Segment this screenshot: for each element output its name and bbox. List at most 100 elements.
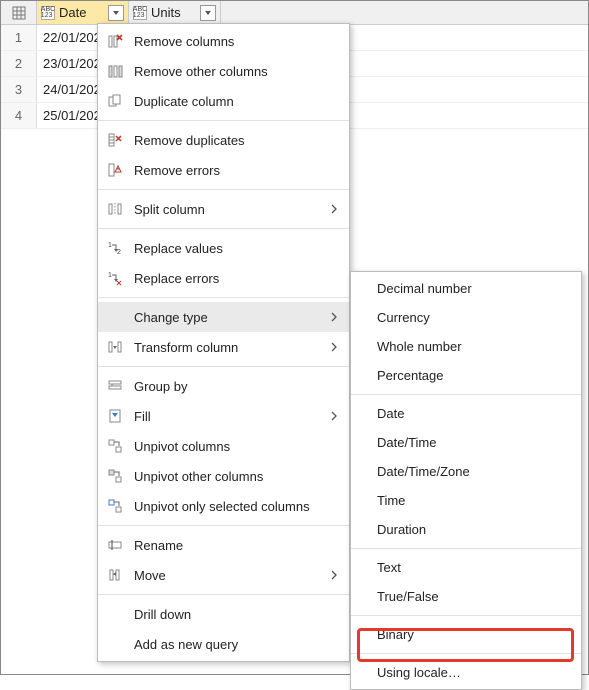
unpivot-other-icon: [106, 467, 124, 485]
submenu-binary[interactable]: Binary: [351, 620, 581, 649]
menu-remove-errors[interactable]: Remove errors: [98, 155, 349, 185]
menu-rename[interactable]: Rename: [98, 530, 349, 560]
column-header-units[interactable]: ABC123 Units: [129, 1, 221, 24]
menu-separator: [351, 548, 581, 549]
submenu-time[interactable]: Time: [351, 486, 581, 515]
remove-columns-icon: [106, 32, 124, 50]
menu-label: Replace errors: [134, 271, 339, 286]
column-context-menu: Remove columns Remove other columns Dupl…: [97, 23, 350, 662]
menu-label: Move: [134, 568, 319, 583]
transform-column-icon: [106, 338, 124, 356]
menu-label: Remove columns: [134, 34, 339, 49]
menu-label: Unpivot columns: [134, 439, 339, 454]
menu-unpivot-only-selected[interactable]: Unpivot only selected columns: [98, 491, 349, 521]
remove-duplicates-icon: [106, 131, 124, 149]
menu-label: Unpivot other columns: [134, 469, 339, 484]
column-filter-button[interactable]: [108, 5, 124, 21]
menu-move[interactable]: Move: [98, 560, 349, 590]
chevron-right-icon: [329, 570, 339, 580]
menu-remove-columns[interactable]: Remove columns: [98, 26, 349, 56]
svg-text:1: 1: [108, 242, 112, 249]
menu-label: Rename: [134, 538, 339, 553]
chevron-right-icon: [329, 312, 339, 322]
menu-remove-duplicates[interactable]: Remove duplicates: [98, 125, 349, 155]
chevron-right-icon: [329, 342, 339, 352]
submenu-label: Date/Time/Zone: [377, 464, 470, 479]
column-header-label: Date: [59, 5, 86, 20]
menu-label: Add as new query: [134, 637, 339, 652]
row-number[interactable]: 3: [1, 77, 37, 102]
submenu-label: Binary: [377, 627, 414, 642]
menu-transform-column[interactable]: Transform column: [98, 332, 349, 362]
submenu-true-false[interactable]: True/False: [351, 582, 581, 611]
menu-replace-values[interactable]: 12 Replace values: [98, 233, 349, 263]
rename-icon: [106, 536, 124, 554]
submenu-label: Duration: [377, 522, 426, 537]
submenu-label: Date/Time: [377, 435, 436, 450]
menu-split-column[interactable]: Split column: [98, 194, 349, 224]
submenu-label: Text: [377, 560, 401, 575]
menu-separator: [98, 297, 349, 298]
menu-group-by[interactable]: Group by: [98, 371, 349, 401]
row-number[interactable]: 1: [1, 25, 37, 50]
menu-duplicate-column[interactable]: Duplicate column: [98, 86, 349, 116]
svg-text:1: 1: [108, 272, 112, 279]
submenu-label: Decimal number: [377, 281, 472, 296]
remove-other-columns-icon: [106, 62, 124, 80]
group-by-icon: [106, 377, 124, 395]
chevron-right-icon: [329, 204, 339, 214]
menu-separator: [98, 525, 349, 526]
submenu-label: Using locale…: [377, 665, 461, 680]
submenu-label: Percentage: [377, 368, 444, 383]
duplicate-column-icon: [106, 92, 124, 110]
unpivot-icon: [106, 437, 124, 455]
change-type-submenu: Decimal number Currency Whole number Per…: [350, 271, 582, 690]
row-number[interactable]: 4: [1, 103, 37, 128]
move-icon: [106, 566, 124, 584]
menu-change-type[interactable]: Change type: [98, 302, 349, 332]
column-header-date[interactable]: ABC123 Date: [37, 1, 129, 24]
submenu-whole-number[interactable]: Whole number: [351, 332, 581, 361]
menu-unpivot-other-columns[interactable]: Unpivot other columns: [98, 461, 349, 491]
submenu-decimal-number[interactable]: Decimal number: [351, 274, 581, 303]
submenu-text[interactable]: Text: [351, 553, 581, 582]
menu-replace-errors[interactable]: 1 Replace errors: [98, 263, 349, 293]
menu-remove-other-columns[interactable]: Remove other columns: [98, 56, 349, 86]
menu-drill-down[interactable]: Drill down: [98, 599, 349, 629]
menu-label: Remove other columns: [134, 64, 339, 79]
submenu-percentage[interactable]: Percentage: [351, 361, 581, 390]
menu-label: Remove errors: [134, 163, 339, 178]
fill-icon: [106, 407, 124, 425]
submenu-date[interactable]: Date: [351, 399, 581, 428]
submenu-label: Currency: [377, 310, 430, 325]
submenu-date-time[interactable]: Date/Time: [351, 428, 581, 457]
menu-separator: [98, 594, 349, 595]
column-header-label: Units: [151, 5, 181, 20]
menu-fill[interactable]: Fill: [98, 401, 349, 431]
row-number[interactable]: 2: [1, 51, 37, 76]
remove-errors-icon: [106, 161, 124, 179]
menu-label: Change type: [134, 310, 319, 325]
menu-separator: [98, 189, 349, 190]
menu-label: Group by: [134, 379, 339, 394]
menu-unpivot-columns[interactable]: Unpivot columns: [98, 431, 349, 461]
column-filter-button[interactable]: [200, 5, 216, 21]
submenu-duration[interactable]: Duration: [351, 515, 581, 544]
submenu-date-time-zone[interactable]: Date/Time/Zone: [351, 457, 581, 486]
menu-label: Unpivot only selected columns: [134, 499, 339, 514]
menu-label: Replace values: [134, 241, 339, 256]
menu-separator: [98, 228, 349, 229]
menu-separator: [351, 615, 581, 616]
submenu-label: True/False: [377, 589, 439, 604]
menu-separator: [351, 653, 581, 654]
split-column-icon: [106, 200, 124, 218]
submenu-label: Date: [377, 406, 404, 421]
submenu-using-locale[interactable]: Using locale…: [351, 658, 581, 687]
submenu-currency[interactable]: Currency: [351, 303, 581, 332]
menu-separator: [98, 366, 349, 367]
menu-label: Fill: [134, 409, 319, 424]
menu-separator: [351, 394, 581, 395]
grid-header: ABC123 Date ABC123 Units: [1, 1, 588, 25]
menu-add-as-new-query[interactable]: Add as new query: [98, 629, 349, 659]
grid-corner[interactable]: [1, 1, 37, 24]
